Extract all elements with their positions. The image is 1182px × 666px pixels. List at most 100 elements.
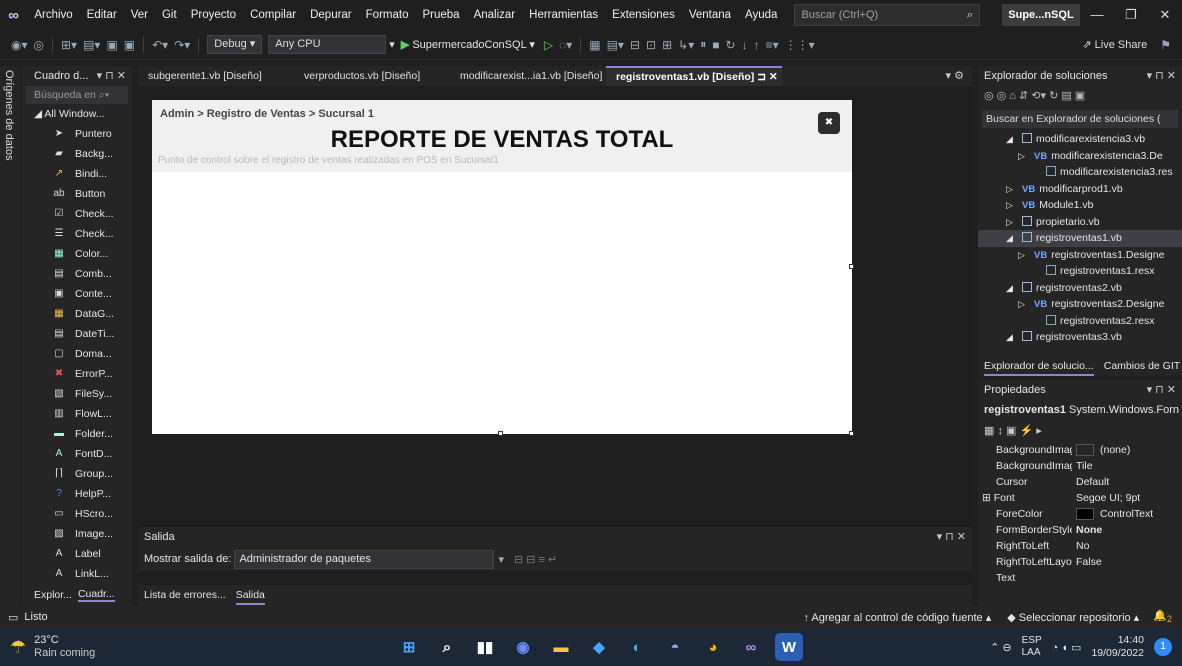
toolbox-item[interactable]: ▧ FileSy... <box>22 384 132 404</box>
tab-output[interactable]: Salida <box>235 585 265 605</box>
menu-compilar[interactable]: Compilar <box>243 0 303 30</box>
add-source-control-button[interactable]: ↑ Agregar al control de código fuente ▴ <box>803 611 991 624</box>
output-tool-icons[interactable]: ⊟ ⊟ ≡ ↵ <box>514 553 557 566</box>
toolbox-item[interactable]: ▦ DataG... <box>22 304 132 324</box>
toolbox-item[interactable]: ▭ HScro... <box>22 504 132 524</box>
tab-toolbox[interactable]: Cuadr... <box>77 588 115 602</box>
solution-tree-item[interactable]: ◢ modificarexistencia3.vb <box>978 131 1182 148</box>
platform-dropdown[interactable]: Any CPU <box>268 35 387 54</box>
minimize-button[interactable]: — <box>1080 7 1114 23</box>
tab-git-changes[interactable]: Cambios de GIT <box>1104 356 1180 376</box>
toolbox-item[interactable]: ▧ Image... <box>22 524 132 544</box>
language-indicator[interactable]: ESP LAA <box>1022 635 1042 659</box>
menu-editar[interactable]: Editar <box>80 0 124 30</box>
search-input[interactable]: Buscar (Ctrl+Q) ⌕ <box>794 4 980 26</box>
solution-tree-item[interactable]: ◢ registroventas2.vb <box>978 280 1182 297</box>
start-menu-icon[interactable]: ⊞ <box>395 633 423 661</box>
start-without-debugging-icon[interactable]: ▷ <box>541 38 556 52</box>
solution-tree-item[interactable]: registroventas1.resx <box>978 263 1182 280</box>
tab-overflow-icon[interactable]: ▾ ⚙ <box>946 66 972 86</box>
hot-reload-icon[interactable]: ◌▾ <box>556 38 575 52</box>
solution-tree-item[interactable]: ◢ registroventas3.vb <box>978 329 1182 346</box>
property-row[interactable]: RightToLeftLayou False <box>978 554 1182 570</box>
toolbox-search-input[interactable]: Búsqueda en ⌕▾ <box>26 86 128 104</box>
toolbox-item[interactable]: ab Button <box>22 184 132 204</box>
property-row[interactable]: Cursor Default <box>978 474 1182 490</box>
solution-explorer-toolbar[interactable]: ◎ ◎ ⌂ ⇵ ⟲▾ ↻ ▤ ▣ <box>978 86 1182 106</box>
discord-icon[interactable]: ◓ <box>661 633 689 661</box>
chrome-icon[interactable]: ◕ <box>699 633 727 661</box>
layout-icon[interactable]: ⊞ <box>659 38 675 52</box>
store-icon[interactable]: ◆ <box>585 633 613 661</box>
output-text-area[interactable] <box>138 571 972 585</box>
toolbox-item[interactable]: ✖ ErrorP... <box>22 364 132 384</box>
output-source-chevron-icon[interactable]: ▾ <box>498 553 504 566</box>
document-tab[interactable]: verproductos.vb [Diseño] <box>294 66 450 86</box>
word-icon[interactable]: W <box>775 633 803 661</box>
new-project-icon[interactable]: ⊞▾ <box>58 38 80 52</box>
toolbox-item[interactable]: ▤ Comb... <box>22 264 132 284</box>
menu-prueba[interactable]: Prueba <box>415 0 466 30</box>
live-share-button[interactable]: ⇗ Live Share <box>1082 38 1147 51</box>
form-canvas[interactable]: Admin > Registro de Ventas > Sucursal 1 … <box>152 100 852 434</box>
edge-browser-icon[interactable]: ◐ <box>623 633 651 661</box>
solution-tree-item[interactable]: ▷ VB registroventas1.Designe <box>978 247 1182 264</box>
toolbox-item[interactable]: ☰ Check... <box>22 224 132 244</box>
tab-explorer[interactable]: Explor... <box>34 589 72 601</box>
toolbox-item[interactable]: A LinkL... <box>22 564 132 584</box>
document-tab[interactable]: modificarexist...ia1.vb [Diseño] <box>450 66 606 86</box>
properties-toolbar[interactable]: ▦ ↕ ▣ ⚡ ▸ <box>978 420 1182 442</box>
resize-handle-bottom[interactable] <box>498 431 503 436</box>
toolbox-item[interactable]: ▣ Conte... <box>22 284 132 304</box>
menu-analizar[interactable]: Analizar <box>467 0 523 30</box>
notifications-bell-icon[interactable]: 🔔2 <box>1153 609 1172 624</box>
properties-controls[interactable]: ▾ ⊓ ✕ <box>1147 380 1176 400</box>
property-row[interactable]: ForeColor ControlText <box>978 506 1182 522</box>
align-icon[interactable]: ⊟ <box>627 38 643 52</box>
clock[interactable]: 14:40 19/09/2022 <box>1091 634 1144 660</box>
solution-tree-item[interactable]: ▷ VB registroventas2.Designe <box>978 296 1182 313</box>
toolbox-item[interactable]: ▬ Folder... <box>22 424 132 444</box>
menu-proyecto[interactable]: Proyecto <box>184 0 243 30</box>
close-window-button[interactable]: ✕ <box>1148 7 1182 23</box>
toolbox-item[interactable]: ▦ Color... <box>22 244 132 264</box>
property-row[interactable]: Text <box>978 570 1182 586</box>
menu-ayuda[interactable]: Ayuda <box>738 0 784 30</box>
chat-icon[interactable]: ◉ <box>509 633 537 661</box>
output-source-dropdown[interactable]: Administrador de paquetes <box>234 549 495 569</box>
toolbox-item[interactable]: ☑ Check... <box>22 204 132 224</box>
network-volume-battery-icon[interactable]: ◔ ◖ ▭ <box>1052 641 1082 654</box>
notification-badge[interactable]: 1 <box>1154 638 1172 656</box>
file-explorer-icon[interactable]: ▬ <box>547 633 575 661</box>
menu-formato[interactable]: Formato <box>359 0 416 30</box>
select-repository-button[interactable]: ◆ Seleccionar repositorio ▴ <box>1007 611 1139 624</box>
menu-extensiones[interactable]: Extensiones <box>605 0 682 30</box>
property-row[interactable]: BackgroundImag (none) <box>978 442 1182 458</box>
step-into-icon[interactable]: ↳▾ <box>675 38 697 52</box>
output-controls[interactable]: ▾ ⊓ ✕ <box>937 527 966 547</box>
visual-studio-taskbar-icon[interactable]: ∞ <box>737 633 765 661</box>
comment-icon[interactable]: ≡▾ <box>763 38 782 52</box>
visual-studio-logo-icon[interactable]: ∞ <box>0 0 27 30</box>
solution-explorer-controls[interactable]: ▾ ⊓ ✕ <box>1147 66 1176 86</box>
resize-handle-right[interactable] <box>849 264 854 269</box>
property-row[interactable]: BackgroundImag Tile <box>978 458 1182 474</box>
toolbox-item[interactable]: ▰ Backg... <box>22 144 132 164</box>
save-all-icon[interactable]: ▣ <box>121 38 138 52</box>
tray-chevron-icon[interactable]: ⌃ ⊖ <box>990 641 1012 654</box>
toolbox-item[interactable]: ▢ Doma... <box>22 344 132 364</box>
search-taskbar-icon[interactable]: ⌕ <box>433 633 461 661</box>
tool-icon-2[interactable]: ▤▾ <box>604 38 627 52</box>
open-file-icon[interactable]: ▤▾ <box>80 38 103 52</box>
format-icon[interactable]: ⋮⋮▾ <box>782 38 818 52</box>
start-debugging-button[interactable]: ▶ SupermercadoConSQL ▾ <box>395 38 541 51</box>
weather-widget[interactable]: ☂ 23°C Rain coming <box>0 634 180 660</box>
menu-herramientas[interactable]: Herramientas <box>522 0 605 30</box>
tab-error-list[interactable]: Lista de errores... <box>144 585 226 605</box>
toolbox-item[interactable]: ? HelpP... <box>22 484 132 504</box>
center-icon[interactable]: ⊡ <box>643 38 659 52</box>
menu-depurar[interactable]: Depurar <box>303 0 359 30</box>
toolbox-group-header[interactable]: ◢ All Window... <box>22 104 132 124</box>
close-form-button[interactable]: ✖ <box>818 112 840 134</box>
form-header-panel[interactable]: Admin > Registro de Ventas > Sucursal 1 … <box>152 100 852 172</box>
